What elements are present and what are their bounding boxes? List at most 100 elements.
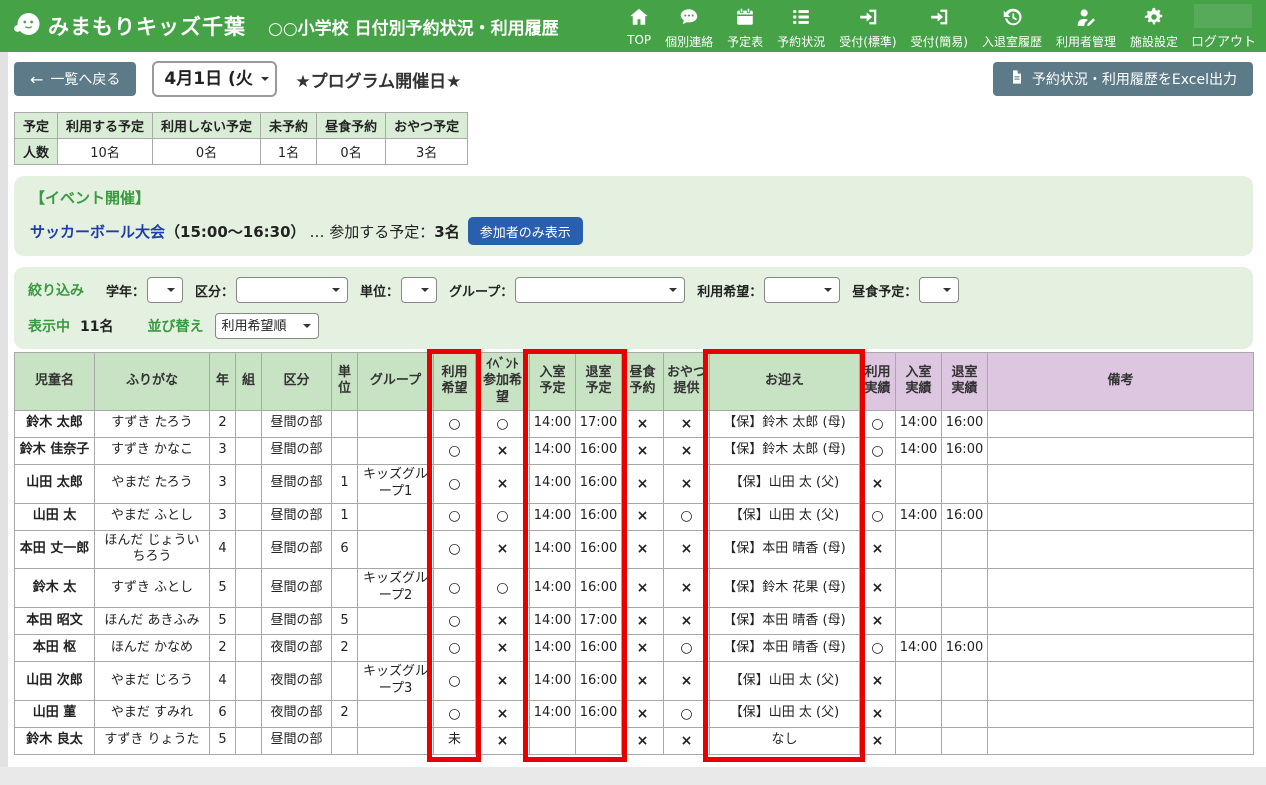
child-name-link[interactable]: 鈴木 太 xyxy=(15,569,95,608)
child-name-link[interactable]: 本田 枢 xyxy=(15,635,95,662)
show-participants-button[interactable]: 参加者のみ表示 xyxy=(468,217,583,245)
child-name-link[interactable]: 山田 次郎 xyxy=(15,662,95,701)
summary-col-header: 未予約 xyxy=(261,113,317,139)
cell-col3 xyxy=(236,503,262,530)
cell-col9: 14:00 xyxy=(530,662,576,701)
cell-col4: 夜間の部 xyxy=(262,662,332,701)
cell-col16: 16:00 xyxy=(942,410,988,437)
page-title: ○○小学校 日付別予約状況・利用履歴 xyxy=(268,14,559,39)
child-kana: やまだ じろう xyxy=(95,662,210,701)
main-nav: TOP個別連絡予定表予約状況受付(標準) 受付(簡易)入退室履歴利用者管理施設設定 xyxy=(620,2,1185,50)
cell-col13: 【保】本田 晴香 (母) xyxy=(710,635,860,662)
filter-select-3[interactable] xyxy=(515,277,685,303)
table-row: 本田 丈一郎ほんだ じょういちろう4昼間の部6○×14:0016:00××【保】… xyxy=(15,530,1254,569)
nav-item-label: 施設設定 xyxy=(1130,33,1178,50)
filter-select-1[interactable] xyxy=(236,277,348,303)
date-select-wrap: 4月1日 (火) xyxy=(152,61,277,97)
nav-item-5[interactable]: 受付(簡易) xyxy=(904,2,975,50)
cell-col6 xyxy=(358,503,434,530)
col-header-3: 組 xyxy=(236,353,262,411)
chat-icon xyxy=(678,6,700,32)
child-name-link[interactable]: 山田 太郎 xyxy=(15,464,95,503)
mark-cell: ○ xyxy=(434,700,476,727)
excel-export-button[interactable]: 予約状況・利用履歴をExcel出力 xyxy=(993,62,1253,96)
child-kana: すずき ふとし xyxy=(95,569,210,608)
cell-col2: 3 xyxy=(210,437,236,464)
mark-cell: × xyxy=(622,503,664,530)
child-name-link[interactable]: 鈴木 佳奈子 xyxy=(15,437,95,464)
child-name-link[interactable]: 本田 丈一郎 xyxy=(15,530,95,569)
filter-select-0[interactable] xyxy=(147,277,183,303)
cell-col16 xyxy=(942,727,988,754)
mark-cell: × xyxy=(476,727,530,754)
summary-col-header: 昼食予約 xyxy=(317,113,386,139)
filter-select-wrap-5 xyxy=(919,277,959,303)
summary-value: 10名 xyxy=(58,139,153,165)
cell-col3 xyxy=(236,464,262,503)
mark-cell: × xyxy=(622,530,664,569)
child-name-link[interactable]: 鈴木 太郎 xyxy=(15,410,95,437)
child-name-link[interactable]: 山田 菫 xyxy=(15,700,95,727)
mark-cell: ○ xyxy=(664,503,710,530)
child-kana: やまだ たろう xyxy=(95,464,210,503)
child-kana: やまだ ふとし xyxy=(95,503,210,530)
cell-col17 xyxy=(988,410,1254,437)
mark-cell: ○ xyxy=(434,530,476,569)
filter-select-wrap-4 xyxy=(764,277,840,303)
cell-col15 xyxy=(896,700,942,727)
child-name-link[interactable]: 本田 昭文 xyxy=(15,608,95,635)
filter-select-wrap-2 xyxy=(401,277,437,303)
event-time: （15:00〜16:30） xyxy=(165,221,306,242)
cell-col6 xyxy=(358,530,434,569)
child-name-link[interactable]: 鈴木 良太 xyxy=(15,727,95,754)
mark-cell: × xyxy=(860,662,896,701)
nav-item-6[interactable]: 入退室履歴 xyxy=(975,2,1049,50)
cell-col6: キッズグループ2 xyxy=(358,569,434,608)
mark-cell: × xyxy=(860,530,896,569)
mark-cell: × xyxy=(476,700,530,727)
nav-item-8[interactable]: 施設設定 xyxy=(1123,2,1185,50)
cell-col17 xyxy=(988,503,1254,530)
cell-col9: 14:00 xyxy=(530,608,576,635)
nav-item-2[interactable]: 予定表 xyxy=(720,2,770,50)
logout-button[interactable]: ログアウト xyxy=(1191,2,1256,50)
cell-col2: 2 xyxy=(210,410,236,437)
summary-value: 1名 xyxy=(261,139,317,165)
date-select[interactable]: 4月1日 (火) xyxy=(152,61,277,97)
cell-col4: 夜間の部 xyxy=(262,635,332,662)
nav-item-4[interactable]: 受付(標準) xyxy=(832,2,903,50)
cell-col5 xyxy=(332,437,358,464)
table-row: 本田 枢ほんだ かなめ2夜間の部2○×14:0016:00×○【保】本田 晴香 … xyxy=(15,635,1254,662)
col-header-14: 利用 実績 xyxy=(860,353,896,411)
cell-col5 xyxy=(332,662,358,701)
nav-item-0[interactable]: TOP xyxy=(620,2,658,47)
app-header: みまもりキッズ千葉 ○○小学校 日付別予約状況・利用履歴 TOP個別連絡予定表予… xyxy=(0,0,1266,52)
table-row: 鈴木 太すずき ふとし5昼間の部キッズグループ2○○14:0016:00××【保… xyxy=(15,569,1254,608)
nav-item-3[interactable]: 予約状況 xyxy=(770,2,832,50)
cell-col13: 【保】鈴木 花果 (母) xyxy=(710,569,860,608)
cell-col3 xyxy=(236,437,262,464)
filter-select-4[interactable] xyxy=(764,277,840,303)
mark-cell: ○ xyxy=(860,635,896,662)
filter-label-3: グループ： xyxy=(449,281,513,300)
app-logo[interactable]: みまもりキッズ千葉 xyxy=(12,9,246,43)
filter-select-2[interactable] xyxy=(401,277,437,303)
child-name-link[interactable]: 山田 太 xyxy=(15,503,95,530)
nav-item-7[interactable]: 利用者管理 xyxy=(1049,2,1123,50)
summary-col-header: 利用しない予定 xyxy=(153,113,261,139)
cell-col15: 14:00 xyxy=(896,410,942,437)
cell-col13: 【保】鈴木 太郎 (母) xyxy=(710,410,860,437)
nav-item-1[interactable]: 個別連絡 xyxy=(658,2,720,50)
mark-cell: × xyxy=(664,530,710,569)
mark-cell: × xyxy=(622,700,664,727)
filter-select-5[interactable] xyxy=(919,277,959,303)
cell-col15: 14:00 xyxy=(896,503,942,530)
nav-item-label: 受付(標準) xyxy=(839,33,896,50)
cell-col5: 1 xyxy=(332,464,358,503)
cell-col4: 夜間の部 xyxy=(262,700,332,727)
showing-label: 表示中 xyxy=(28,316,70,336)
cell-col9: 14:00 xyxy=(530,635,576,662)
back-to-list-button[interactable]: ← 一覧へ戻る xyxy=(14,62,136,96)
sort-select[interactable]: 利用希望順 xyxy=(215,313,319,339)
cell-col2: 5 xyxy=(210,727,236,754)
